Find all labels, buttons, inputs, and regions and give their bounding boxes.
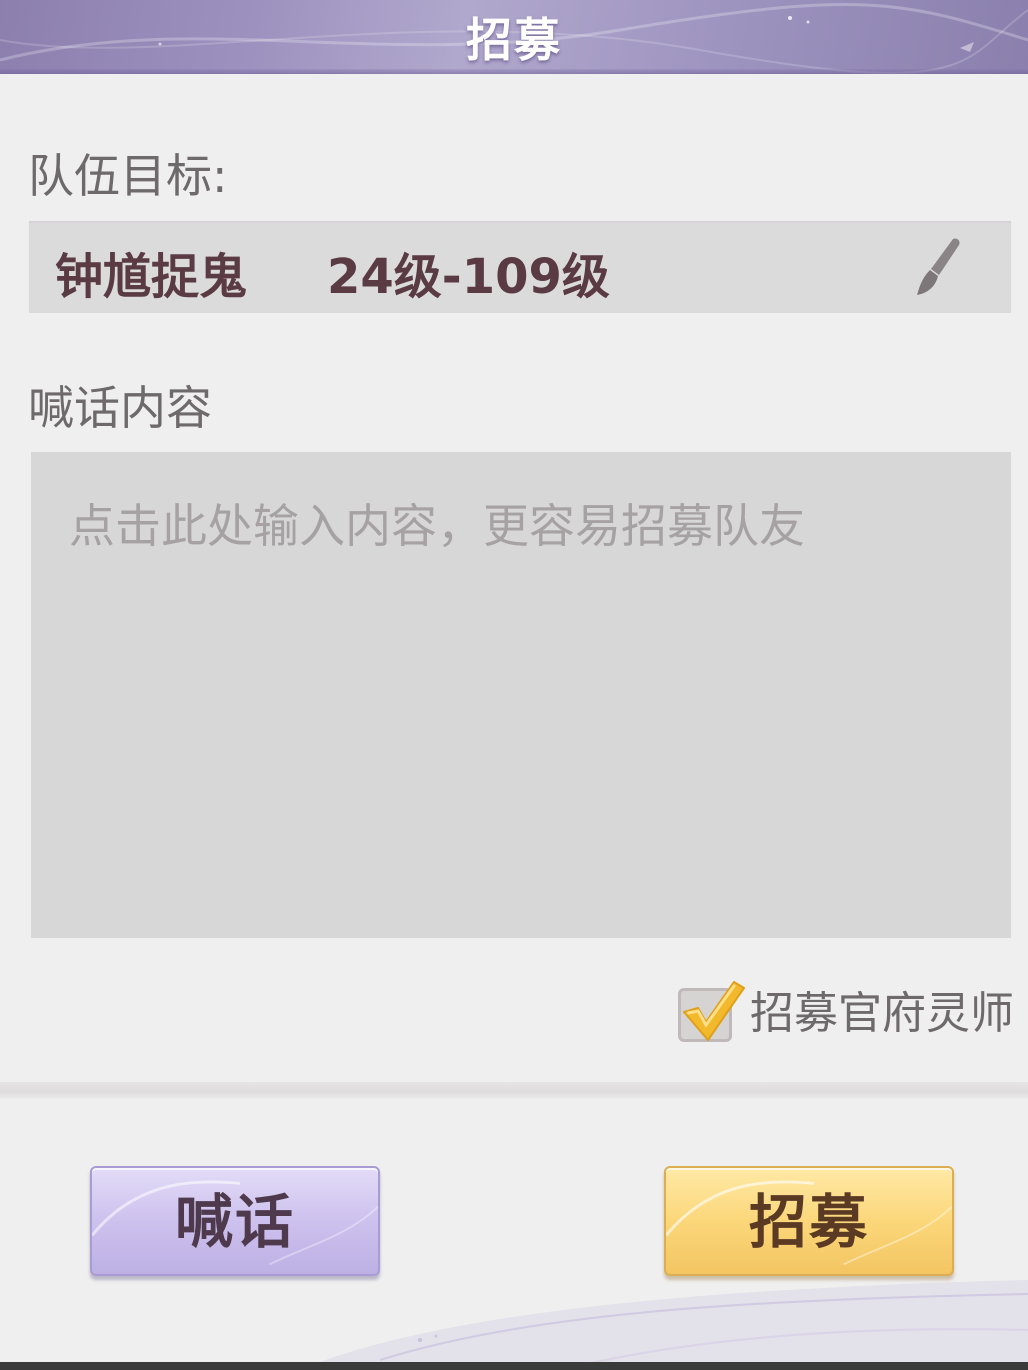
bottom-edge bbox=[0, 1362, 1028, 1370]
recruit-official-checkbox[interactable] bbox=[676, 980, 745, 1042]
recruit-button-label: 招募 bbox=[748, 1188, 869, 1256]
shout-content-input[interactable] bbox=[31, 452, 1011, 938]
recruit-button[interactable]: 招募 bbox=[664, 1166, 954, 1276]
team-goal-label: 队伍目标: bbox=[28, 149, 228, 203]
checkmark-icon bbox=[683, 981, 745, 1041]
team-goal-selector[interactable]: 钟馗捉鬼 24级-109级 bbox=[29, 221, 1011, 313]
recruit-official-label: 招募官府灵师 bbox=[750, 988, 1014, 1039]
brush-icon[interactable] bbox=[903, 235, 967, 299]
shout-content-label: 喊话内容 bbox=[28, 381, 212, 435]
shout-button[interactable]: 喊话 bbox=[90, 1166, 380, 1276]
team-goal-level-range: 24级-109级 bbox=[327, 249, 610, 305]
dialog-title-bar: 招募 bbox=[0, 0, 1028, 74]
shout-button-label: 喊话 bbox=[174, 1188, 295, 1256]
team-goal-activity: 钟馗捉鬼 bbox=[55, 249, 248, 305]
dialog-title: 招募 bbox=[466, 13, 562, 67]
recruit-official-toggle[interactable]: 招募官府灵师 bbox=[676, 974, 1014, 1044]
bottom-swirl-decoration bbox=[300, 1280, 1028, 1370]
recruit-dialog: 招募 队伍目标: 钟馗捉鬼 24级-109级 喊话内容 招募官府灵师 喊话 bbox=[0, 0, 1028, 1370]
section-divider bbox=[0, 1082, 1028, 1098]
